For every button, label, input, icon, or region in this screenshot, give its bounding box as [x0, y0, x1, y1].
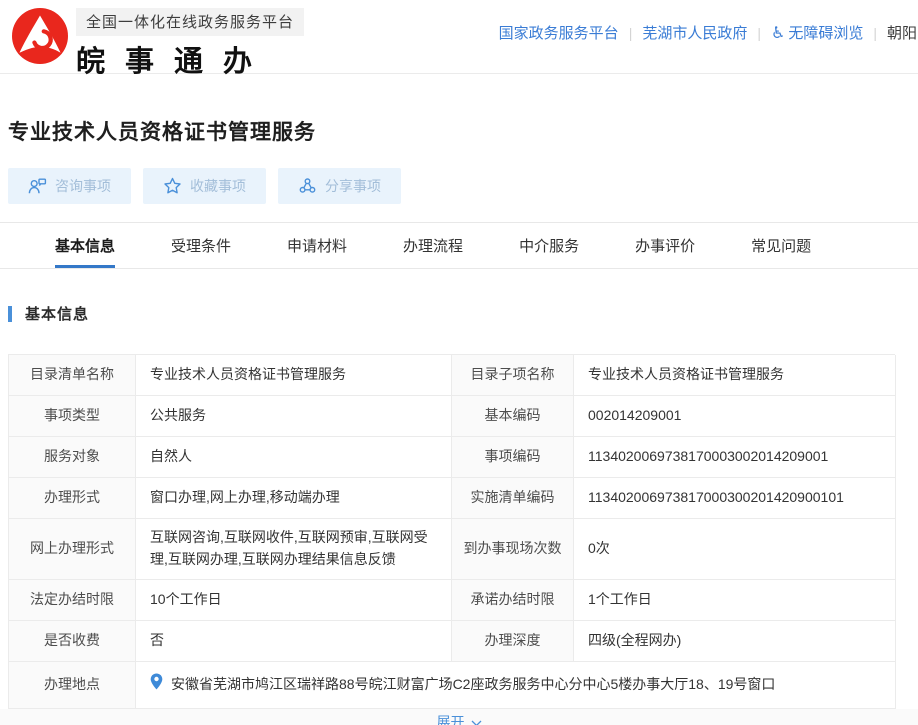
consult-item-button[interactable]: 咨询事项 [8, 168, 131, 204]
field-label: 实施清单编码 [452, 478, 574, 519]
field-value: 互联网咨询,互联网收件,互联网预审,互联网受理,互联网办理,互联网办理结果信息反… [136, 519, 452, 580]
field-label: 是否收费 [9, 621, 136, 662]
expand-bar: 展开 [0, 709, 918, 725]
field-value: 0次 [574, 519, 896, 580]
field-label: 服务对象 [9, 437, 136, 478]
share-item-button[interactable]: 分享事项 [278, 168, 401, 204]
field-value: 002014209001 [574, 396, 896, 437]
field-label: 到办事现场次数 [452, 519, 574, 580]
section-header: 基本信息 [8, 303, 895, 324]
field-value: 10个工作日 [136, 580, 452, 621]
favorite-item-button[interactable]: 收藏事项 [143, 168, 266, 204]
field-value: 1个工作日 [574, 580, 896, 621]
field-label: 承诺办结时限 [452, 580, 574, 621]
site-header: 全国一体化在线政务服务平台 皖事通办 国家政务服务平台 | 芜湖市人民政府 | … [0, 0, 918, 74]
field-value: 113402006973817000300201420900101 [574, 478, 896, 519]
field-value: 窗口办理,网上办理,移动端办理 [136, 478, 452, 519]
field-label: 办理地点 [9, 662, 136, 709]
consult-person-icon [28, 177, 47, 195]
field-value: 否 [136, 621, 452, 662]
tab-basic-info[interactable]: 基本信息 [55, 223, 115, 268]
tab-application-materials[interactable]: 申请材料 [287, 223, 347, 268]
field-label: 办理深度 [452, 621, 574, 662]
tab-faq[interactable]: 常见问题 [751, 223, 811, 268]
field-label: 事项类型 [9, 396, 136, 437]
platform-banner: 全国一体化在线政务服务平台 [76, 8, 304, 36]
field-label: 办理形式 [9, 478, 136, 519]
field-label: 事项编码 [452, 437, 574, 478]
link-separator: | [757, 25, 761, 41]
tab-bar: 基本信息 受理条件 申请材料 办理流程 中介服务 办事评价 常见问题 [0, 222, 918, 269]
service-address-text: 安徽省芜湖市鸠江区瑞祥路88号皖江财富广场C2座政务服务中心分中心5楼办事大厅1… [171, 674, 775, 696]
main-content: 专业技术人员资格证书管理服务 咨询事项 收藏事项 [8, 116, 895, 725]
link-national-platform[interactable]: 国家政务服务平台 [499, 22, 619, 43]
field-value: 四级(全程网办) [574, 621, 896, 662]
location-pin-icon [150, 673, 163, 697]
link-wuhu-government[interactable]: 芜湖市人民政府 [642, 22, 747, 43]
tab-acceptance-conditions[interactable]: 受理条件 [171, 223, 231, 268]
field-label: 基本编码 [452, 396, 574, 437]
link-separator: | [629, 25, 633, 41]
district-selector[interactable]: 朝阳区 [887, 22, 918, 43]
field-value: 专业技术人员资格证书管理服务 [136, 355, 452, 396]
chevron-down-icon [471, 714, 482, 725]
tab-service-evaluation[interactable]: 办事评价 [635, 223, 695, 268]
action-buttons: 咨询事项 收藏事项 分享事项 [8, 168, 895, 204]
star-icon [163, 177, 182, 195]
action-label: 收藏事项 [190, 176, 246, 196]
action-label: 咨询事项 [55, 176, 111, 196]
field-label: 法定办结时限 [9, 580, 136, 621]
share-icon [298, 177, 317, 195]
link-separator: | [873, 25, 877, 41]
field-label: 网上办理形式 [9, 519, 136, 580]
field-value: 1134020069738170003002014209001 [574, 437, 896, 478]
expand-button[interactable]: 展开 [437, 712, 482, 725]
field-value: 公共服务 [136, 396, 452, 437]
header-links: 国家政务服务平台 | 芜湖市人民政府 | ♿无障碍浏览 | 朝阳区 [499, 22, 918, 43]
accessibility-icon: ♿ [771, 23, 785, 42]
brand-name: 皖事通办 [76, 38, 304, 80]
section-accent-bar [8, 306, 12, 322]
tab-agency-services[interactable]: 中介服务 [519, 223, 579, 268]
service-address-cell: 安徽省芜湖市鸠江区瑞祥路88号皖江财富广场C2座政务服务中心分中心5楼办事大厅1… [136, 662, 896, 709]
field-label: 目录子项名称 [452, 355, 574, 396]
field-value: 专业技术人员资格证书管理服务 [574, 355, 896, 396]
tab-process-flow[interactable]: 办理流程 [403, 223, 463, 268]
link-accessibility[interactable]: ♿无障碍浏览 [771, 22, 863, 43]
basic-info-table: 目录清单名称 专业技术人员资格证书管理服务 目录子项名称 专业技术人员资格证书管… [8, 354, 895, 709]
field-label: 目录清单名称 [9, 355, 136, 396]
field-value: 自然人 [136, 437, 452, 478]
brand-logo-icon [12, 8, 68, 64]
page-title: 专业技术人员资格证书管理服务 [8, 116, 895, 146]
action-label: 分享事项 [325, 176, 381, 196]
section-title: 基本信息 [25, 303, 89, 324]
